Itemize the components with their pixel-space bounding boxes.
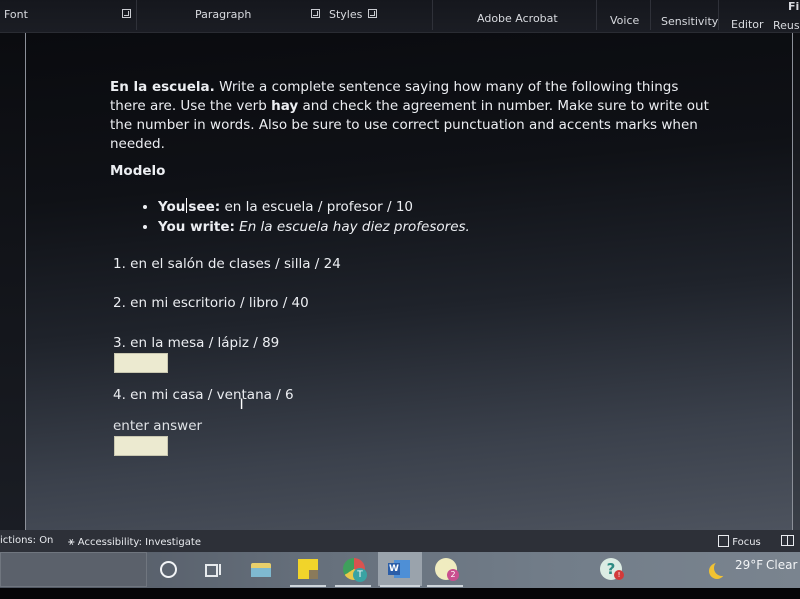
chrome-profile-badge: T xyxy=(353,568,367,582)
question-3: 3. en la mesa / lápiz / 89 xyxy=(113,335,280,351)
see-label: see: xyxy=(188,199,221,215)
task-view-icon[interactable] xyxy=(202,558,224,580)
word-icon[interactable]: W xyxy=(388,558,410,580)
example-you-write: You write: En la escuela hay diez profes… xyxy=(158,217,710,237)
ribbon-separator xyxy=(718,0,719,30)
chrome-icon[interactable]: T xyxy=(343,558,367,582)
help-alert-icon[interactable]: ? ! xyxy=(600,558,624,580)
sticky-notes-running-indicator xyxy=(290,585,326,587)
ribbon-group-font[interactable]: Font xyxy=(4,8,28,21)
exercise-title: En la escuela. xyxy=(110,79,215,95)
ribbon-separator xyxy=(596,0,597,30)
ribbon-group-adobe-acrobat[interactable]: Adobe Acrobat xyxy=(477,12,558,25)
ribbon-group-styles[interactable]: Styles xyxy=(329,8,362,21)
vertical-scrollbar[interactable] xyxy=(792,33,800,530)
ribbon-group-reuse-files[interactable]: Reuse xyxy=(773,19,800,32)
question-4: 4. en mi casa / ven Itana / 6 xyxy=(113,387,294,413)
question-1: 1. en el salón de clases / silla / 24 xyxy=(113,256,341,272)
you-label: You xyxy=(158,199,186,215)
taskbar-search-box[interactable] xyxy=(0,552,147,587)
weather-temperature[interactable]: 29°F xyxy=(735,558,763,572)
answer-field-4[interactable] xyxy=(114,436,168,456)
verb-hay: hay xyxy=(271,98,299,114)
app-running-indicator xyxy=(427,585,463,587)
navigation-pane-edge xyxy=(0,33,26,530)
paragraph-dialog-launcher-icon[interactable] xyxy=(311,9,320,18)
example-answer: En la escuela hay diez profesores. xyxy=(234,219,470,235)
instructions-paragraph: En la escuela. Write a complete sentence… xyxy=(110,78,710,154)
modelo-heading: Modelo xyxy=(110,163,166,179)
example-you-see: Yousee: en la escuela / profesor / 10 xyxy=(158,197,710,217)
accessibility-label: Accessibility: Investigate xyxy=(77,537,201,548)
ribbon-group-voice[interactable]: Voice xyxy=(610,14,639,27)
focus-icon xyxy=(718,535,729,547)
weather-moon-icon[interactable] xyxy=(708,558,730,580)
question-2: 2. en mi escritorio / libro / 40 xyxy=(113,295,309,311)
answer-field-3[interactable] xyxy=(114,353,168,373)
notification-badge: 2 xyxy=(447,569,459,581)
ribbon-separator xyxy=(650,0,651,30)
question-4-text-a: 4. en mi casa / ven xyxy=(113,387,242,403)
monitor-bezel xyxy=(0,588,800,599)
ribbon-separator xyxy=(432,0,433,30)
font-dialog-launcher-icon[interactable] xyxy=(122,9,131,18)
accessibility-status[interactable]: ⚹ Accessibility: Investigate xyxy=(68,535,201,549)
answer-prompt: enter answer xyxy=(113,418,203,434)
chrome-running-indicator xyxy=(335,585,371,587)
windows-taskbar: T W 2 ? ! 29°F Clear xyxy=(0,552,800,588)
ribbon-fragment-files: Fil xyxy=(788,0,800,13)
ribbon-group-sensitivity[interactable]: Sensitivity xyxy=(661,15,718,28)
word-ribbon: Font Paragraph Styles Adobe Acrobat Voic… xyxy=(0,0,800,33)
question-4-text-b: tana / 6 xyxy=(241,387,294,403)
text-predictions-status[interactable]: ictions: On xyxy=(0,535,53,546)
status-bar: ictions: On ⚹ Accessibility: Investigate… xyxy=(0,530,800,552)
app-icon-with-badge[interactable]: 2 xyxy=(435,558,459,581)
ribbon-group-editor[interactable]: Editor xyxy=(731,18,764,31)
example-prompt: en la escuela / profesor / 10 xyxy=(220,199,414,215)
ribbon-group-paragraph[interactable]: Paragraph xyxy=(195,8,251,21)
model-example-list: Yousee: en la escuela / profesor / 10 Yo… xyxy=(110,197,710,237)
read-mode-icon[interactable] xyxy=(781,535,794,549)
word-running-indicator xyxy=(380,585,420,587)
sticky-notes-icon[interactable] xyxy=(297,558,319,580)
cortana-icon[interactable] xyxy=(157,558,179,580)
weather-condition[interactable]: Clear xyxy=(766,558,797,572)
instructions-block: En la escuela. Write a complete sentence… xyxy=(110,78,710,237)
focus-label: Focus xyxy=(732,537,761,548)
file-explorer-icon[interactable] xyxy=(250,558,272,580)
styles-dialog-launcher-icon[interactable] xyxy=(368,9,377,18)
you-write-label: You write: xyxy=(158,219,235,235)
accessibility-icon: ⚹ xyxy=(68,535,75,548)
ribbon-separator xyxy=(136,0,137,30)
focus-button[interactable]: Focus xyxy=(718,535,761,548)
